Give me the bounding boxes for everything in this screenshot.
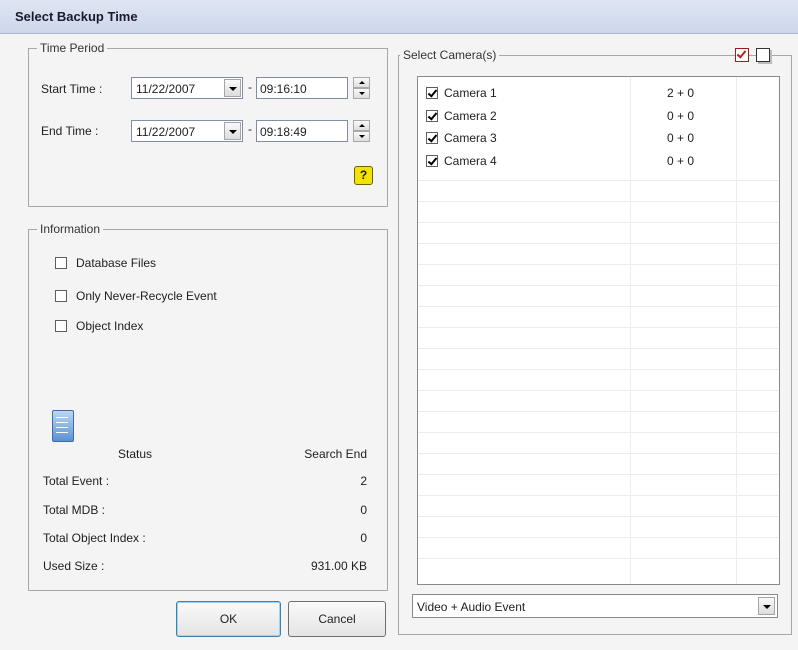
camera-2-name: Camera 2 [444, 109, 497, 123]
camera-3-count: 0 + 0 [667, 131, 695, 145]
camera-1-count: 2 + 0 [667, 86, 695, 100]
event-type-value: Video + Audio Event [417, 600, 526, 614]
start-date-picker[interactable]: 11/22/2007 [131, 77, 243, 99]
used-size-label: Used Size : [43, 559, 105, 573]
grid-line [418, 516, 779, 517]
event-type-select[interactable]: Video + Audio Event [412, 594, 778, 618]
grid-line [418, 432, 779, 433]
camera-2-count: 0 + 0 [667, 109, 695, 123]
camera-3-name: Camera 3 [444, 131, 497, 145]
camera-4-checkbox[interactable] [426, 155, 438, 167]
start-time-label: Start Time : [41, 82, 103, 96]
title-bar: Select Backup Time [0, 0, 798, 34]
end-date-value: 11/22/2007 [136, 125, 196, 139]
status-icon [52, 410, 74, 442]
grid-line [418, 180, 779, 181]
end-date-picker[interactable]: 11/22/2007 [131, 120, 243, 142]
grid-line [418, 285, 779, 286]
ok-button[interactable]: OK [176, 601, 281, 637]
status-label: Status [118, 447, 153, 461]
grid-line [418, 390, 779, 391]
window-title: Select Backup Time [15, 9, 138, 24]
object-index-checkbox[interactable] [55, 320, 67, 332]
camera-row[interactable]: Camera 3 0 + 0 [418, 130, 779, 146]
grid-line [418, 558, 779, 559]
never-recycle-label: Only Never-Recycle Event [76, 289, 217, 303]
help-icon[interactable]: ? [354, 166, 373, 185]
total-mdb-label: Total MDB : [43, 503, 106, 517]
end-time-down-icon[interactable] [353, 131, 370, 142]
camera-list[interactable]: Camera 1 2 + 0 Camera 2 0 + 0 Camera 3 0… [417, 76, 780, 585]
total-object-index-value: 0 [360, 531, 367, 545]
event-type-dropdown-icon[interactable] [758, 597, 775, 615]
database-files-label: Database Files [76, 256, 157, 270]
grid-line [418, 264, 779, 265]
select-cameras-legend: Select Camera(s) [400, 48, 500, 62]
end-time-field[interactable]: 09:18:49 [256, 120, 348, 142]
grid-line [418, 474, 779, 475]
grid-line [418, 453, 779, 454]
start-separator: - [248, 80, 252, 94]
never-recycle-checkbox[interactable] [55, 290, 67, 302]
total-event-label: Total Event : [43, 474, 110, 488]
grid-line [418, 243, 779, 244]
used-size-value: 931.00 KB [310, 559, 367, 573]
end-separator: - [248, 122, 252, 136]
cancel-button[interactable]: Cancel [288, 601, 386, 637]
start-time-stepper[interactable] [353, 77, 370, 99]
start-time-down-icon[interactable] [353, 88, 370, 99]
camera-row[interactable]: Camera 4 0 + 0 [418, 153, 779, 169]
end-time-up-icon[interactable] [353, 120, 370, 131]
total-object-index-label: Total Object Index : [43, 531, 146, 545]
start-date-value: 11/22/2007 [136, 82, 196, 96]
grid-line [418, 495, 779, 496]
start-time-value: 09:16:10 [260, 82, 307, 96]
camera-1-checkbox[interactable] [426, 87, 438, 99]
information-legend: Information [37, 222, 104, 236]
start-date-dropdown-icon[interactable] [224, 79, 241, 97]
start-time-up-icon[interactable] [353, 77, 370, 88]
grid-line [418, 369, 779, 370]
status-value: Search End [304, 447, 367, 461]
grid-line [418, 537, 779, 538]
camera-4-count: 0 + 0 [667, 154, 695, 168]
camera-1-name: Camera 1 [444, 86, 497, 100]
end-date-dropdown-icon[interactable] [224, 122, 241, 140]
camera-2-checkbox[interactable] [426, 110, 438, 122]
grid-line [418, 306, 779, 307]
select-none-icon[interactable] [756, 48, 770, 62]
camera-3-checkbox[interactable] [426, 132, 438, 144]
start-time-field[interactable]: 09:16:10 [256, 77, 348, 99]
camera-row[interactable]: Camera 1 2 + 0 [418, 85, 779, 101]
camera-row[interactable]: Camera 2 0 + 0 [418, 108, 779, 124]
total-mdb-value: 0 [360, 503, 367, 517]
grid-line [418, 222, 779, 223]
database-files-checkbox[interactable] [55, 257, 67, 269]
grid-line [418, 348, 779, 349]
end-time-value: 09:18:49 [260, 125, 307, 139]
total-event-value: 2 [360, 474, 367, 488]
grid-line [418, 327, 779, 328]
select-all-icon[interactable] [735, 48, 749, 62]
end-time-stepper[interactable] [353, 120, 370, 142]
grid-line [418, 201, 779, 202]
camera-4-name: Camera 4 [444, 154, 497, 168]
grid-line [418, 411, 779, 412]
end-time-label: End Time : [41, 124, 99, 138]
time-period-legend: Time Period [37, 41, 108, 55]
object-index-label: Object Index [76, 319, 144, 333]
